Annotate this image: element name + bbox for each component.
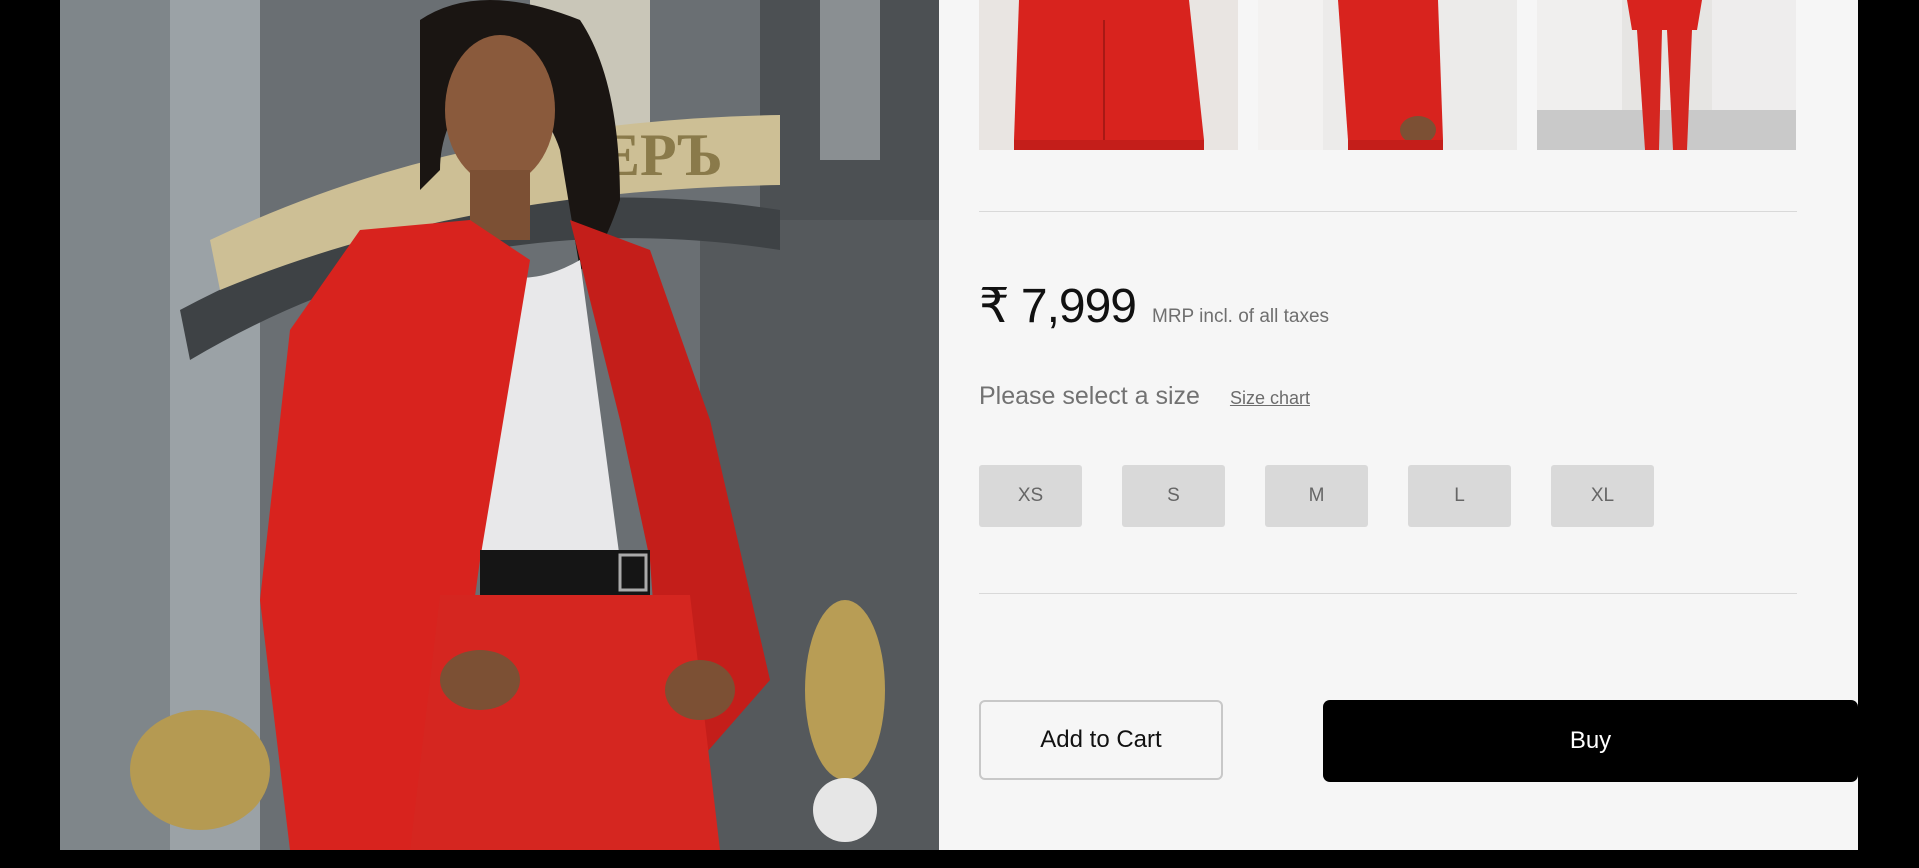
product-price: ₹ 7,999 <box>979 280 1137 333</box>
size-options: XS S M L XL <box>979 465 1654 527</box>
thumbnail-3[interactable] <box>1537 0 1796 150</box>
buy-button[interactable]: Buy <box>1323 700 1858 782</box>
product-details-panel: ₹ 7,999 MRP incl. of all taxes Please se… <box>939 0 1858 850</box>
thumbnail-gallery <box>979 0 1797 150</box>
size-option-s[interactable]: S <box>1122 465 1225 527</box>
thumbnail-1[interactable] <box>979 0 1238 150</box>
add-to-cart-button[interactable]: Add to Cart <box>979 700 1223 780</box>
hero-product-image[interactable]: ТЕРЪ <box>60 0 939 850</box>
product-page: ТЕРЪ ₹ 7,999 MRP incl. of all taxes Plea… <box>60 0 1858 850</box>
model-in-red-suit-photo: ТЕРЪ <box>60 0 939 850</box>
red-blazer-back-view <box>979 0 1238 150</box>
red-suit-full-view <box>1537 0 1796 150</box>
size-option-l[interactable]: L <box>1408 465 1511 527</box>
size-option-m[interactable]: M <box>1265 465 1368 527</box>
size-option-xs[interactable]: XS <box>979 465 1082 527</box>
divider-top <box>979 211 1797 212</box>
price-section: ₹ 7,999 MRP incl. of all taxes <box>979 278 1329 334</box>
divider-bottom <box>979 593 1797 594</box>
size-option-xl[interactable]: XL <box>1551 465 1654 527</box>
size-header: Please select a size Size chart <box>979 382 1310 411</box>
size-chart-link[interactable]: Size chart <box>1230 388 1310 409</box>
price-note: MRP incl. of all taxes <box>1152 306 1330 327</box>
size-prompt: Please select a size <box>979 382 1200 410</box>
thumbnail-2[interactable] <box>1258 0 1517 150</box>
red-blazer-side-view <box>1258 0 1517 150</box>
